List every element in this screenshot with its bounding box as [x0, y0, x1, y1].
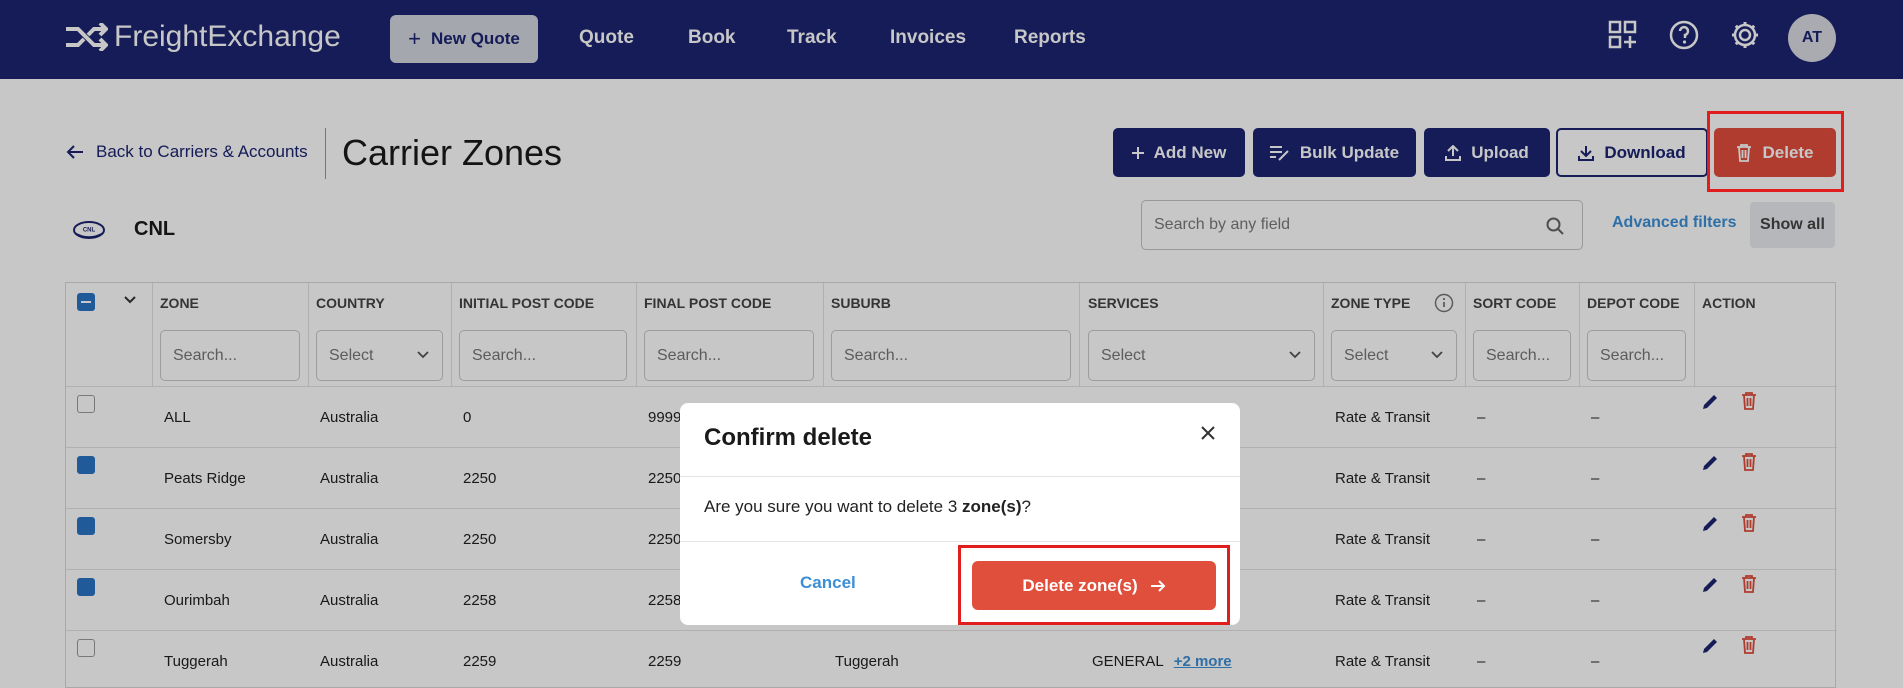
close-icon[interactable] [1200, 425, 1216, 441]
dialog-message: Are you sure you want to delete 3 zone(s… [704, 497, 1031, 517]
dialog-delete-unit: zone(s) [962, 497, 1022, 516]
dialog-divider [680, 541, 1240, 542]
dialog-divider [680, 476, 1240, 477]
confirm-button-highlight [958, 545, 1230, 625]
dialog-message-suffix: ? [1021, 497, 1031, 516]
cancel-button[interactable]: Cancel [800, 573, 856, 593]
dialog-message-prefix: Are you sure you want to delete [704, 497, 948, 516]
dialog-delete-count: 3 [947, 497, 958, 516]
confirm-delete-dialog: Confirm delete Are you sure you want to … [680, 403, 1240, 625]
delete-button-highlight [1707, 111, 1844, 192]
dialog-title: Confirm delete [704, 424, 873, 451]
